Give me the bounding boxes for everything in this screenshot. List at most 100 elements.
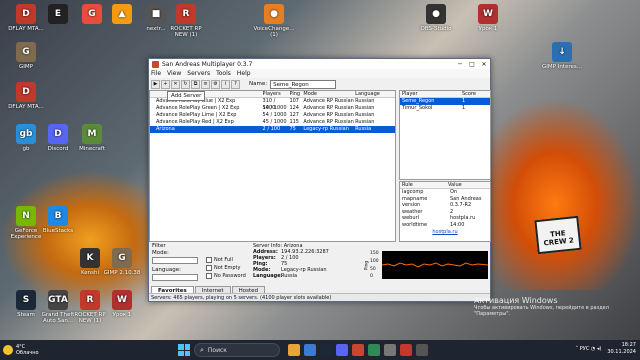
col-score[interactable]: Score <box>460 91 490 97</box>
refresh-icon[interactable]: ↻ <box>181 79 190 89</box>
taskbar-app-icon[interactable] <box>336 344 348 356</box>
not-full-checkbox[interactable]: Not Full <box>206 257 233 263</box>
server-language: Russian <box>355 112 375 118</box>
taskbar-app-icon[interactable] <box>320 344 332 356</box>
no-password-checkbox[interactable]: No Password <box>206 273 246 279</box>
server-players: 54 / 1000 <box>262 105 287 111</box>
desktop-icon[interactable]: ↓ GIMP Interes... <box>540 42 584 70</box>
windows-activation-watermark: Активация Windows Чтобы активировать Win… <box>474 296 609 317</box>
close-icon[interactable]: ✕ <box>478 61 490 68</box>
add-server-icon[interactable]: + <box>161 79 170 89</box>
copy-icon[interactable]: ⧉ <box>191 79 200 89</box>
delete-server-icon[interactable]: ✕ <box>171 79 180 89</box>
desktop-icon[interactable]: W Урок 1 <box>466 4 510 32</box>
wifi-icon[interactable]: ◔ <box>591 346 595 352</box>
player-row[interactable]: Timur_Sokol 1 <box>400 105 490 112</box>
properties-icon[interactable]: ≡ <box>201 79 210 89</box>
clock[interactable]: 18:27 30.11.2024 <box>607 342 636 356</box>
rules-weburl-link[interactable]: hostpla.ru <box>400 229 490 235</box>
server-language: Russian <box>355 98 375 104</box>
player-row[interactable]: Seme_Regon 1 <box>400 98 490 105</box>
player-list-header: Player Score <box>400 91 490 98</box>
server-row[interactable]: Advance RolePlay Green | X2 Exp 54 / 1000… <box>150 105 395 112</box>
window-titlebar[interactable]: San Andreas Multiplayer 0.3.7 ─ □ ✕ <box>149 59 490 69</box>
activation-line2: "Параметры". <box>474 311 511 317</box>
ping-tick-100: 100 <box>370 259 379 264</box>
desktop-icon[interactable]: G GIMP <box>4 42 48 70</box>
server-ping: 124 <box>289 105 299 111</box>
start-button[interactable] <box>178 344 190 356</box>
desktop-icon[interactable]: ● OBS-Studio <box>414 4 458 32</box>
server-row[interactable]: Advance RolePlay Red | X2 Exp 45 / 1000 11… <box>150 119 395 126</box>
taskbar-app-icon[interactable] <box>384 344 396 356</box>
settings-icon[interactable]: ⚙ <box>211 79 220 89</box>
server-ping: 115 <box>289 119 299 125</box>
server-info-key: Language: <box>253 273 283 279</box>
desktop-icon[interactable]: B BlueStacks <box>36 206 80 234</box>
desktop-icon-label: DFLAY MTA... <box>8 104 44 110</box>
desktop-icon[interactable]: M Minecraft <box>70 124 114 152</box>
taskbar-search[interactable]: ⌕ Поиск <box>194 343 280 357</box>
server-row[interactable]: Advance RolePlay Lime | X2 Exp 54 / 1000 1… <box>150 112 395 119</box>
col-language[interactable]: Language <box>355 91 395 97</box>
col-rule[interactable]: Rule <box>400 182 448 188</box>
checkbox-box[interactable] <box>206 257 212 263</box>
not-empty-checkbox[interactable]: Not Empty <box>206 265 240 271</box>
weather-widget[interactable]: 4°C Облачно <box>3 344 39 356</box>
server-ping: 75 <box>289 126 296 132</box>
checkbox-box[interactable] <box>206 273 212 279</box>
desktop-icon[interactable]: R ROCKET RP NEW (1) <box>164 4 208 38</box>
language-indicator[interactable]: РУС <box>580 346 590 352</box>
volume-icon[interactable]: ◂) <box>597 346 601 352</box>
desktop-icon-label: Урок 1 <box>478 26 498 32</box>
taskbar-app-icon[interactable] <box>368 344 380 356</box>
taskbar-app-icon[interactable] <box>304 344 316 356</box>
col-players[interactable]: Players <box>263 91 290 97</box>
col-value[interactable]: Value <box>448 182 490 188</box>
window-title: San Andreas Multiplayer 0.3.7 <box>162 60 253 68</box>
desktop-icon[interactable]: ● VoiceChange... (1) <box>252 4 296 38</box>
col-ping[interactable]: Ping <box>289 91 303 97</box>
server-info-value: Russia <box>281 273 298 279</box>
maximize-icon[interactable]: □ <box>466 61 478 68</box>
menu-servers[interactable]: Servers <box>187 70 210 77</box>
taskbar-app-icon[interactable] <box>416 344 428 356</box>
tray-chevron-icon[interactable]: ˄ <box>576 346 579 352</box>
player-name-input[interactable]: Seme_Regon <box>270 79 337 89</box>
player-name: Timur_Sokol <box>402 105 433 111</box>
menu-view[interactable]: View <box>167 70 181 77</box>
player-name: Seme_Regon <box>402 98 435 104</box>
rules-list[interactable]: Rule Value lagcomp On mapname San Andreas ve… <box>399 181 491 242</box>
player-list[interactable]: Player Score Seme_Regon 1 Timur_Sokol 1 <box>399 90 491 180</box>
filter-mode-input[interactable] <box>152 257 198 264</box>
name-label: Name: <box>249 81 268 87</box>
desktop-app-icon: ● <box>264 4 284 24</box>
col-mode[interactable]: Mode <box>303 91 355 97</box>
desktop-icon[interactable]: G GIMP 2.10.38 <box>100 248 144 276</box>
window-controls: ─ □ ✕ <box>454 61 490 68</box>
clock-date: 30.11.2024 <box>607 349 636 355</box>
player-score: 1 <box>462 105 466 111</box>
desktop-icon[interactable]: D DFLAY MTA... <box>4 82 48 110</box>
menu-help[interactable]: Help <box>237 70 251 77</box>
taskbar-app-icon[interactable] <box>352 344 364 356</box>
desktop-app-icon: E <box>48 4 68 24</box>
server-mode: Advance RP Russian <box>303 112 354 118</box>
server-list[interactable]: Players Ping Mode Language Advance RoleP… <box>149 90 396 242</box>
menu-tools[interactable]: Tools <box>216 70 231 77</box>
checkbox-box[interactable] <box>206 265 212 271</box>
filter-language-input[interactable] <box>152 274 198 281</box>
menu-file[interactable]: File <box>151 70 161 77</box>
desktop-icon[interactable]: W Урок 1 <box>100 290 144 318</box>
server-players: 310 / 1000 <box>262 98 276 111</box>
connect-icon[interactable]: ▶ <box>151 79 160 89</box>
help-icon[interactable]: ? <box>231 79 240 89</box>
info-icon[interactable]: i <box>221 79 230 89</box>
taskbar-app-icon[interactable] <box>400 344 412 356</box>
server-row[interactable]: Arizona 2 / 100 75 Legacy-rp Russian Russia <box>150 126 395 133</box>
rule-row[interactable]: worldtime 14:00 <box>400 222 490 229</box>
taskbar: 4°C Облачно ⌕ Поиск ˄ РУС ◔ ◂) 18:27 30.11… <box>0 340 640 360</box>
taskbar-app-icon[interactable] <box>288 344 300 356</box>
minimize-icon[interactable]: ─ <box>454 61 466 68</box>
col-player[interactable]: Player <box>400 91 460 97</box>
